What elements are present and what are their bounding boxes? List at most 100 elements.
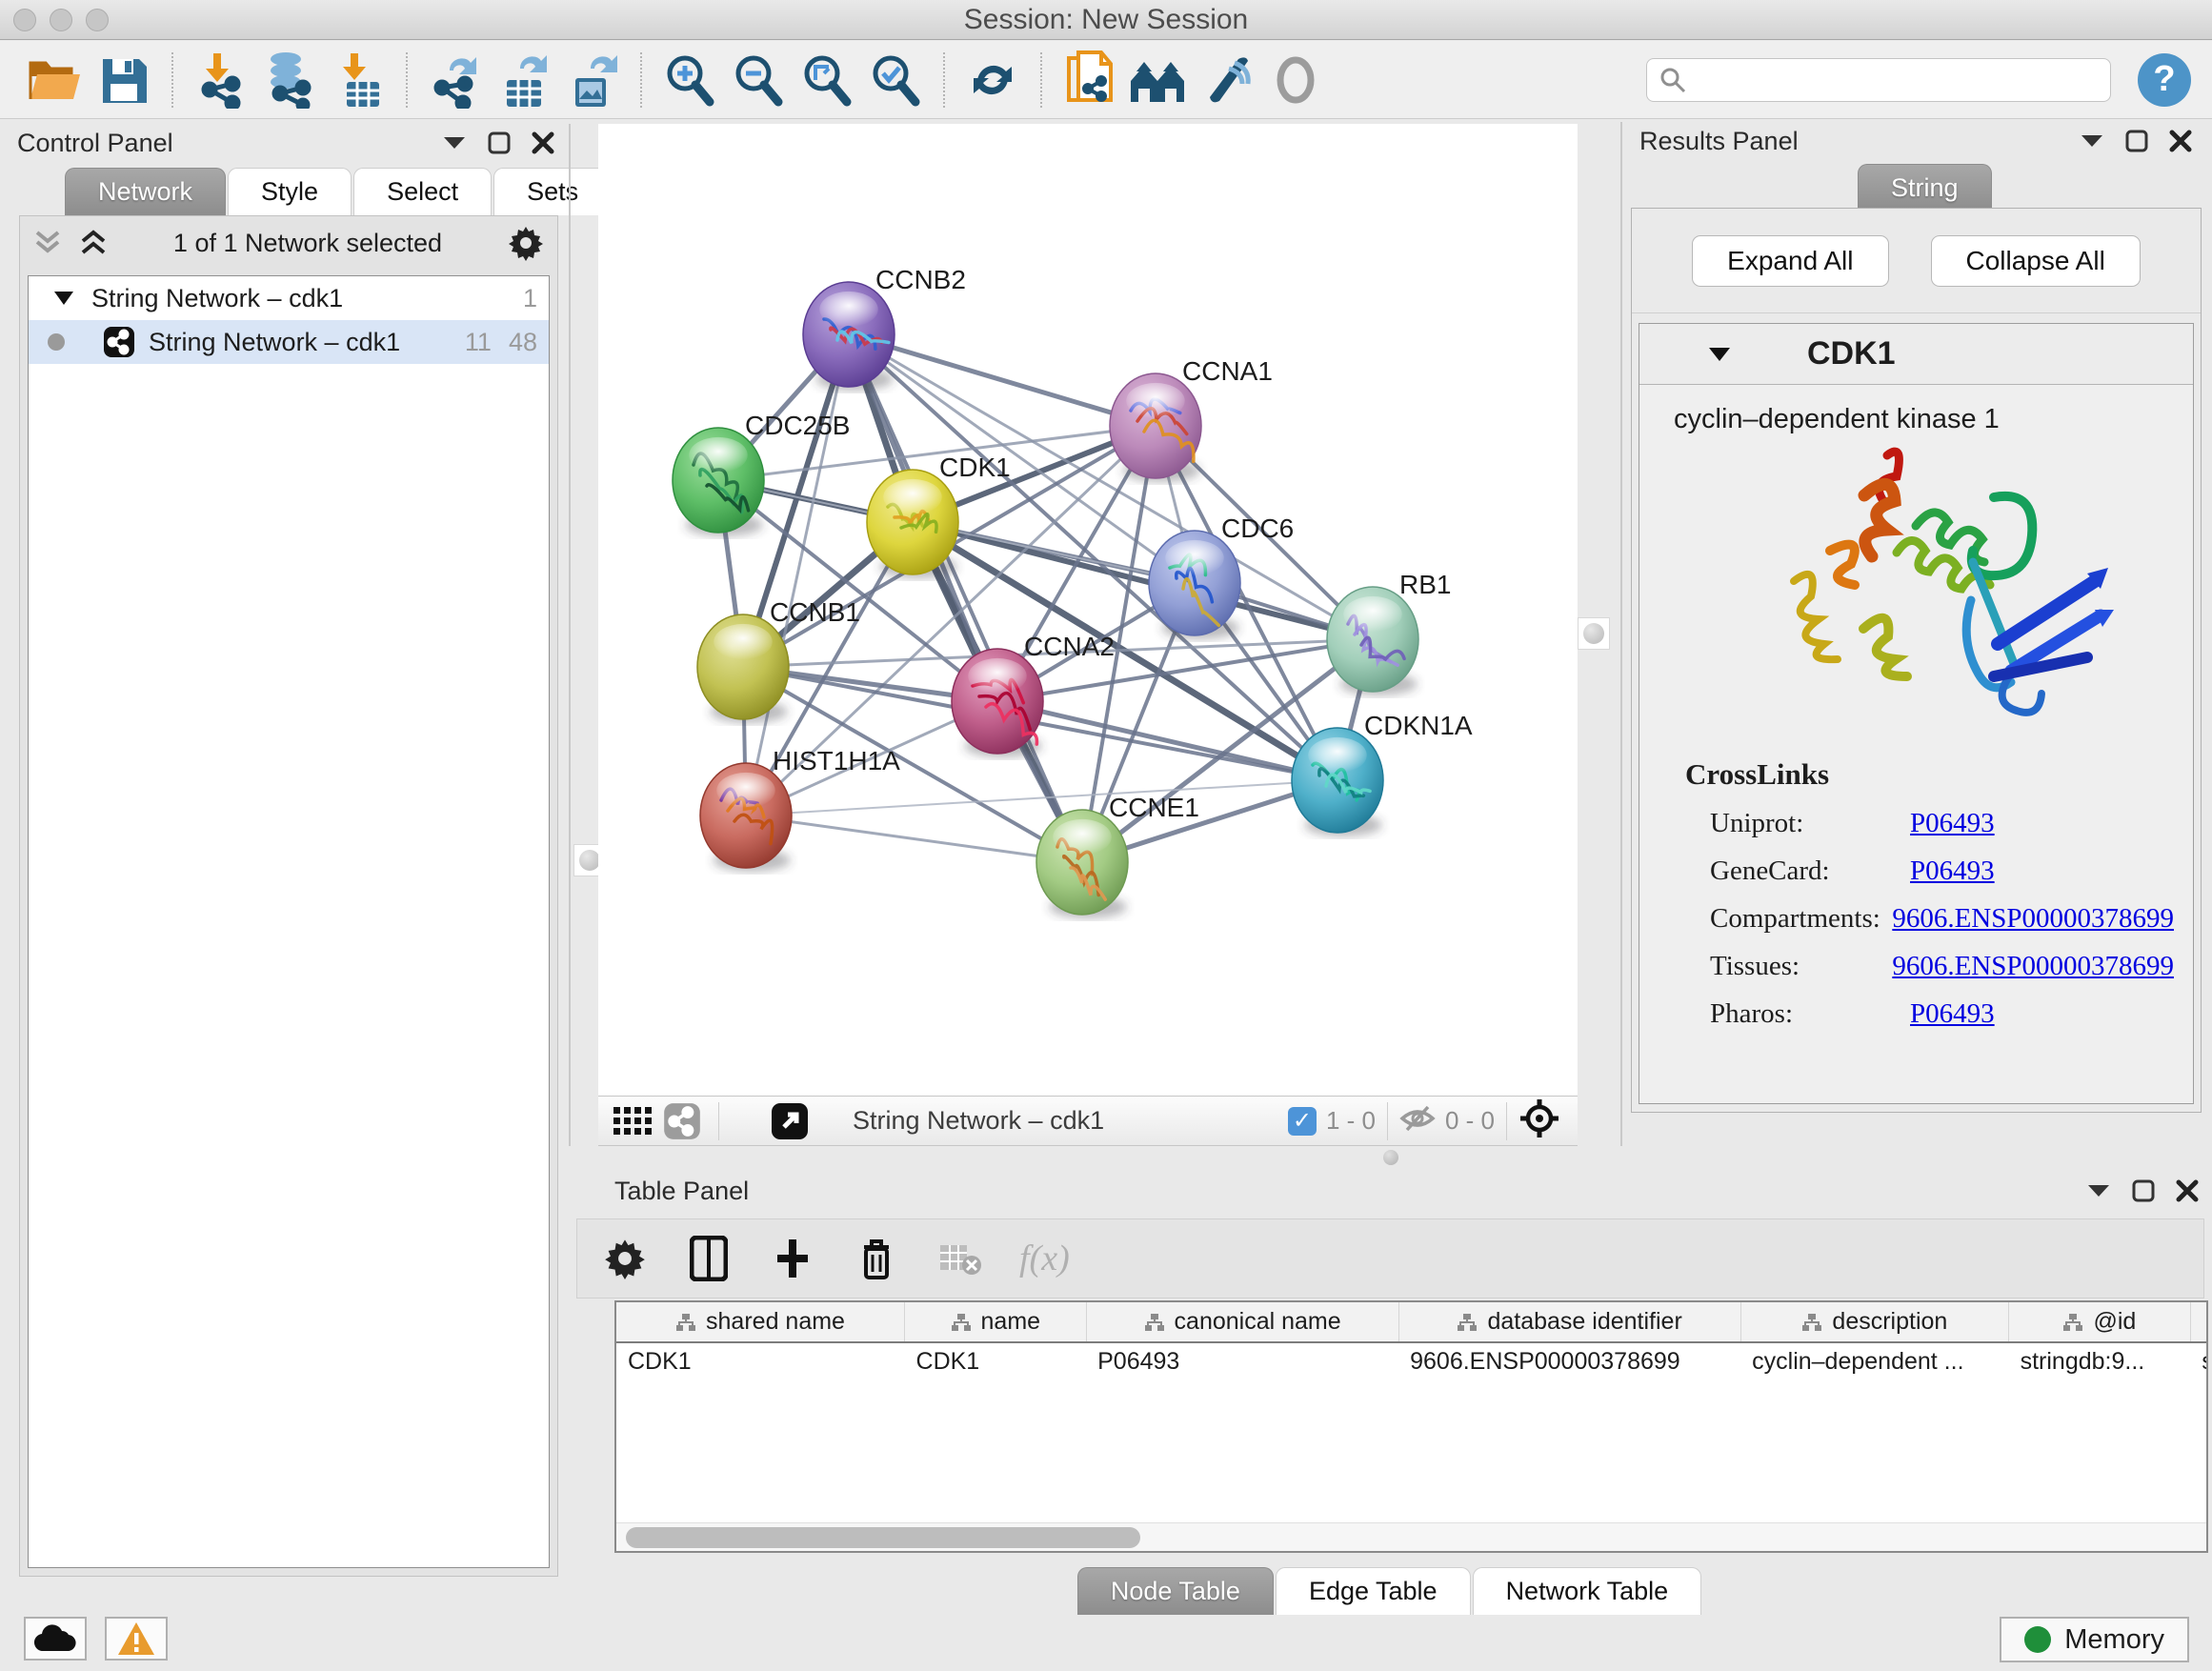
export-network-icon[interactable] [426, 50, 485, 110]
help-icon[interactable]: ? [2138, 53, 2191, 107]
selected-nodes-checkbox-icon[interactable]: ✓ [1288, 1107, 1317, 1136]
zoom-selected-icon[interactable] [866, 50, 925, 110]
function-builder-icon[interactable]: f(x) [1019, 1238, 1070, 1279]
crosslink-value-link[interactable]: P06493 [1910, 998, 1995, 1030]
network-row-selected[interactable]: String Network – cdk1 11 48 [29, 320, 549, 364]
zoom-fit-content-icon[interactable] [797, 50, 856, 110]
tab-style[interactable]: Style [228, 168, 352, 215]
column-header-database-identifier[interactable]: database identifier [1398, 1302, 1740, 1342]
grid-view-icon[interactable] [608, 1097, 657, 1146]
crosslink-label: Uniprot: [1710, 808, 1910, 839]
table-cell[interactable]: 9606.ENSP00000378699 [1398, 1342, 1740, 1380]
import-network-from-file-icon[interactable] [191, 50, 251, 110]
float-panel-icon[interactable] [2125, 130, 2148, 152]
tab-network[interactable]: Network [65, 168, 226, 215]
gene-section-header[interactable]: CDK1 [1639, 324, 2193, 385]
import-network-from-database-icon[interactable] [260, 50, 319, 110]
search-field[interactable] [1646, 58, 2111, 102]
table-hscrollbar[interactable] [616, 1522, 2206, 1551]
export-table-icon[interactable] [494, 50, 553, 110]
panel-menu-icon[interactable] [442, 135, 467, 151]
zoom-out-icon[interactable] [729, 50, 788, 110]
crosslink-value-link[interactable]: P06493 [1910, 856, 1995, 887]
tree-expand-icon[interactable] [53, 291, 74, 306]
take-snapshot-icon[interactable] [1060, 50, 1119, 110]
crosslink-value-link[interactable]: 9606.ENSP00000378699 [1892, 951, 2174, 982]
network-collection-row[interactable]: String Network – cdk1 1 [29, 276, 549, 320]
expand-all-button[interactable]: Expand All [1692, 235, 1888, 287]
panel-menu-icon[interactable] [2086, 1183, 2111, 1198]
tab-edge-table[interactable]: Edge Table [1276, 1567, 1471, 1615]
float-panel-icon[interactable] [2132, 1179, 2155, 1202]
hscrollbar-thumb[interactable] [626, 1527, 1140, 1548]
show-hide-graphics-details-icon[interactable] [1129, 50, 1188, 110]
save-session-icon[interactable] [94, 50, 153, 110]
string-view-icon[interactable] [657, 1097, 707, 1146]
panel-menu-icon[interactable] [2080, 133, 2104, 149]
delete-column-trash-icon[interactable] [852, 1234, 901, 1283]
network-edge-CDK1-RB1[interactable] [913, 522, 1373, 639]
table-settings-gear-icon[interactable] [600, 1234, 650, 1283]
table-cell[interactable]: stringdb:9... [2009, 1342, 2191, 1380]
collapse-section-icon[interactable] [1708, 347, 1731, 362]
close-panel-icon[interactable] [2176, 1179, 2199, 1202]
table-cell[interactable]: CDK1 [616, 1342, 905, 1380]
column-header-shared-name[interactable]: shared name [616, 1302, 905, 1342]
collapse-all-button[interactable]: Collapse All [1931, 235, 2141, 287]
network-edge-HIST1H1A-CCNE1[interactable] [746, 815, 1082, 862]
network-edge-CCNB2-CCNA1[interactable] [849, 334, 1156, 426]
search-input[interactable] [1697, 65, 2099, 94]
node-label: CDC6 [1221, 513, 1294, 543]
show-columns-icon[interactable] [684, 1234, 734, 1283]
network-node-RB1[interactable]: RB1 [1327, 570, 1451, 695]
tab-network-table[interactable]: Network Table [1473, 1567, 1702, 1615]
memory-button[interactable]: Memory [2000, 1617, 2189, 1662]
network-node-CCNB2[interactable]: CCNB2 [803, 265, 966, 391]
tab-sets[interactable]: Sets [493, 168, 612, 215]
birdseye-view-icon[interactable] [1518, 1097, 1560, 1144]
delete-table-icon[interactable] [935, 1234, 985, 1283]
network-canvas[interactable]: CCNB2CCNA1CDC25BCDK1CDC6RB1CCNB1CCNA2CDK… [598, 124, 1578, 1096]
column-header-name[interactable]: name [905, 1302, 1087, 1342]
close-panel-icon[interactable] [2169, 130, 2192, 152]
hidden-eye-icon[interactable] [1399, 1103, 1436, 1138]
column-header-canonical-name[interactable]: canonical name [1086, 1302, 1398, 1342]
tab-string[interactable]: String [1858, 164, 1992, 211]
expand-all-icon[interactable] [79, 229, 108, 257]
network-edge-CCNB2-CCNE1[interactable] [849, 334, 1082, 862]
gear-icon[interactable] [508, 225, 544, 261]
table-row[interactable]: CDK1CDK1P064939606.ENSP00000378699cyclin… [616, 1342, 2208, 1380]
float-panel-icon[interactable] [488, 131, 511, 154]
warning-status-button[interactable] [105, 1617, 168, 1661]
table-cell[interactable]: cyclin–dependent ... [1740, 1342, 2008, 1380]
column-header-namespace[interactable]: namespace [2190, 1302, 2208, 1342]
close-panel-icon[interactable] [532, 131, 554, 154]
table-cell[interactable]: P06493 [1086, 1342, 1398, 1380]
open-in-window-icon[interactable] [765, 1097, 814, 1146]
zoom-in-icon[interactable] [660, 50, 719, 110]
column-header--id[interactable]: @id [2009, 1302, 2191, 1342]
tab-select[interactable]: Select [353, 168, 492, 215]
cloud-status-button[interactable] [24, 1617, 87, 1661]
crosslink-value-link[interactable]: 9606.ENSP00000378699 [1892, 903, 2174, 935]
network-node-CDKN1A[interactable]: CDKN1A [1292, 711, 1473, 836]
network-edge-CCNB2-HIST1H1A[interactable] [746, 334, 849, 815]
network-node-CDC6[interactable]: CDC6 [1149, 513, 1294, 639]
add-column-icon[interactable] [768, 1234, 817, 1283]
export-image-icon[interactable] [563, 50, 622, 110]
network-node-CDC25B[interactable]: CDC25B [673, 411, 850, 536]
open-session-icon[interactable] [26, 50, 85, 110]
tab-node-table[interactable]: Node Table [1077, 1567, 1274, 1615]
import-table-from-file-icon[interactable] [329, 50, 388, 110]
table-cell[interactable]: CDK1 [905, 1342, 1087, 1380]
refresh-view-icon[interactable] [963, 50, 1022, 110]
show-hide-eye-icon[interactable] [1266, 50, 1325, 110]
show-hide-annotations-icon[interactable] [1197, 50, 1257, 110]
memory-label: Memory [2064, 1624, 2164, 1656]
crosslink-value-link[interactable]: P06493 [1910, 808, 1995, 839]
table-cell[interactable]: stringdb [2190, 1342, 2208, 1380]
network-node-CDK1[interactable]: CDK1 [867, 453, 1011, 578]
collapse-all-icon[interactable] [33, 229, 62, 257]
right-splitter-handle[interactable] [1578, 617, 1610, 650]
column-header-description[interactable]: description [1740, 1302, 2008, 1342]
